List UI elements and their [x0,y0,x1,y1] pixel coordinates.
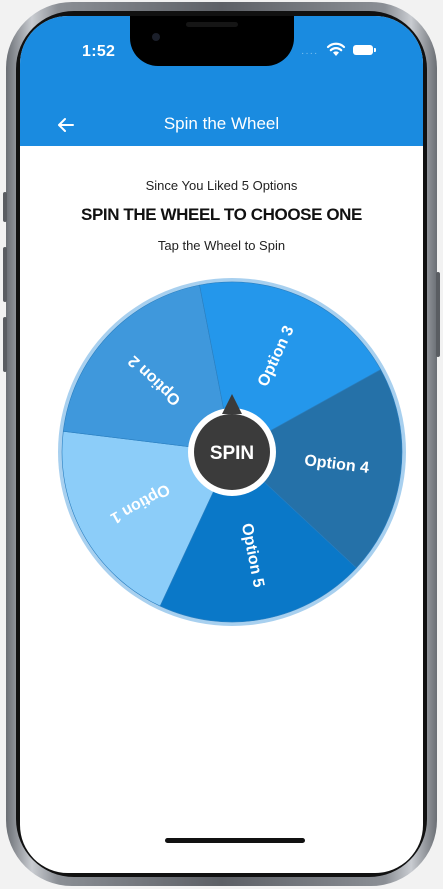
volume-up-button [3,247,7,302]
spin-label[interactable]: SPIN [210,443,254,464]
volume-down-button [3,317,7,372]
app-screen: 1:52 ···· Spin the Wheel Since You Liked… [20,16,423,873]
mute-switch [3,192,7,222]
spin-wheel[interactable]: Option 1Option 2 Option 3Option 4Option 5… [20,16,423,873]
power-button [436,272,440,357]
home-indicator [165,838,305,843]
